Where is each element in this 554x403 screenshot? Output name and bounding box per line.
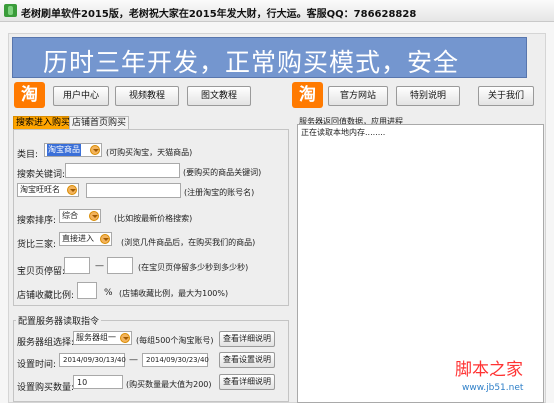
app-icon <box>4 4 17 17</box>
count-hint: (购买数量最大值为200) <box>126 380 212 389</box>
category-value: 淘宝商品 <box>47 144 81 156</box>
account-type-value: 淘宝旺旺名 <box>20 185 60 194</box>
compare-label: 货比三家: <box>17 240 57 250</box>
watermark: 脚本之家 <box>455 360 523 380</box>
favorite-ratio-input[interactable] <box>77 282 97 299</box>
percent-unit: % <box>104 288 113 298</box>
server-config-title: 配置服务器读取指令 <box>16 314 102 327</box>
sort-label: 搜索排序: <box>17 216 57 226</box>
about-us-button[interactable]: 关于我们 <box>478 86 534 106</box>
tab-store-home-purchase[interactable]: 店铺首页购买 <box>69 116 130 129</box>
keyword-hint: (要购买的商品关键词) <box>183 168 262 177</box>
time-from-input[interactable]: 2014/09/30/13/40 <box>59 353 126 367</box>
compare-value: 直接进入 <box>62 234 94 243</box>
dwell-hint: (在宝贝页停留多少秒到多少秒) <box>138 263 249 272</box>
dwell-dash: — <box>95 261 104 271</box>
server-group-hint: (每组500个淘宝账号) <box>136 336 214 345</box>
special-notes-button[interactable]: 特别说明 <box>396 86 460 106</box>
count-label: 设置购买数量: <box>17 383 75 393</box>
image-tutorial-button[interactable]: 图文教程 <box>187 86 251 106</box>
view-details-button-2[interactable]: 查看详细说明 <box>219 374 275 390</box>
time-label: 设置时间: <box>17 360 57 370</box>
favorite-ratio-label: 店铺收藏比例: <box>17 291 75 301</box>
category-select[interactable]: 淘宝商品 <box>44 143 102 157</box>
time-to-input[interactable]: 2014/09/30/23/40 <box>142 353 209 367</box>
log-line: 正在读取本地内存........ <box>301 128 386 137</box>
account-name-input[interactable] <box>86 183 181 198</box>
window-title: 老树刷单软件2015版，老树祝大家在2015年发大财，行大运。客服QQ：7866… <box>21 9 417 20</box>
server-group-label: 服务器组选择: <box>17 338 75 348</box>
purchase-count-input[interactable]: 10 <box>73 375 123 389</box>
dwell-from-input[interactable] <box>64 257 90 274</box>
keyword-label: 搜索关键词: <box>17 170 66 180</box>
account-type-select[interactable]: 淘宝旺旺名 <box>17 183 79 197</box>
chevron-down-icon <box>67 185 77 195</box>
server-group-select[interactable]: 服务器组一 <box>73 331 132 345</box>
official-site-button[interactable]: 官方网站 <box>328 86 388 106</box>
title-bar: 老树刷单软件2015版，老树祝大家在2015年发大财，行大运。客服QQ：7866… <box>0 0 554 22</box>
account-hint: (注册淘宝的账号名) <box>184 188 255 197</box>
tab-search-purchase[interactable]: 搜索进入购买 <box>13 116 74 129</box>
server-group-value: 服务器组一 <box>76 333 116 342</box>
chevron-down-icon <box>90 145 100 155</box>
chevron-down-icon <box>120 333 130 343</box>
keyword-input[interactable] <box>65 163 180 178</box>
favorite-ratio-hint: (店铺收藏比例，最大为100%) <box>119 289 229 298</box>
compare-hint: (浏览几件商品后，在购买我们的商品) <box>121 238 256 247</box>
view-details-button[interactable]: 查看详细说明 <box>219 331 275 347</box>
compare-select[interactable]: 直接进入 <box>59 232 112 246</box>
chevron-down-icon <box>100 234 110 244</box>
time-dash: — <box>129 355 138 365</box>
watermark-url: www.jb51.net <box>462 383 524 393</box>
taobao-logo-left: 淘 <box>14 82 45 108</box>
video-tutorial-button[interactable]: 视频教程 <box>115 86 179 106</box>
view-settings-button[interactable]: 查看设置说明 <box>219 352 275 368</box>
category-label: 类目: <box>17 150 39 160</box>
chevron-down-icon <box>89 211 99 221</box>
sort-select[interactable]: 综合 <box>59 209 101 223</box>
category-hint: (可购买淘宝，天猫商品) <box>106 148 193 157</box>
banner-text: 历时三年开发，正常购买模式，安全 <box>43 48 460 77</box>
sort-hint: (比如按最新价格搜索) <box>114 214 193 223</box>
banner: 历时三年开发，正常购买模式，安全 <box>12 37 527 78</box>
dwell-label: 宝贝页停留: <box>17 267 66 277</box>
taobao-logo-right: 淘 <box>292 82 323 108</box>
user-center-button[interactable]: 用户中心 <box>53 86 109 106</box>
sort-value: 综合 <box>62 211 78 220</box>
dwell-to-input[interactable] <box>107 257 133 274</box>
